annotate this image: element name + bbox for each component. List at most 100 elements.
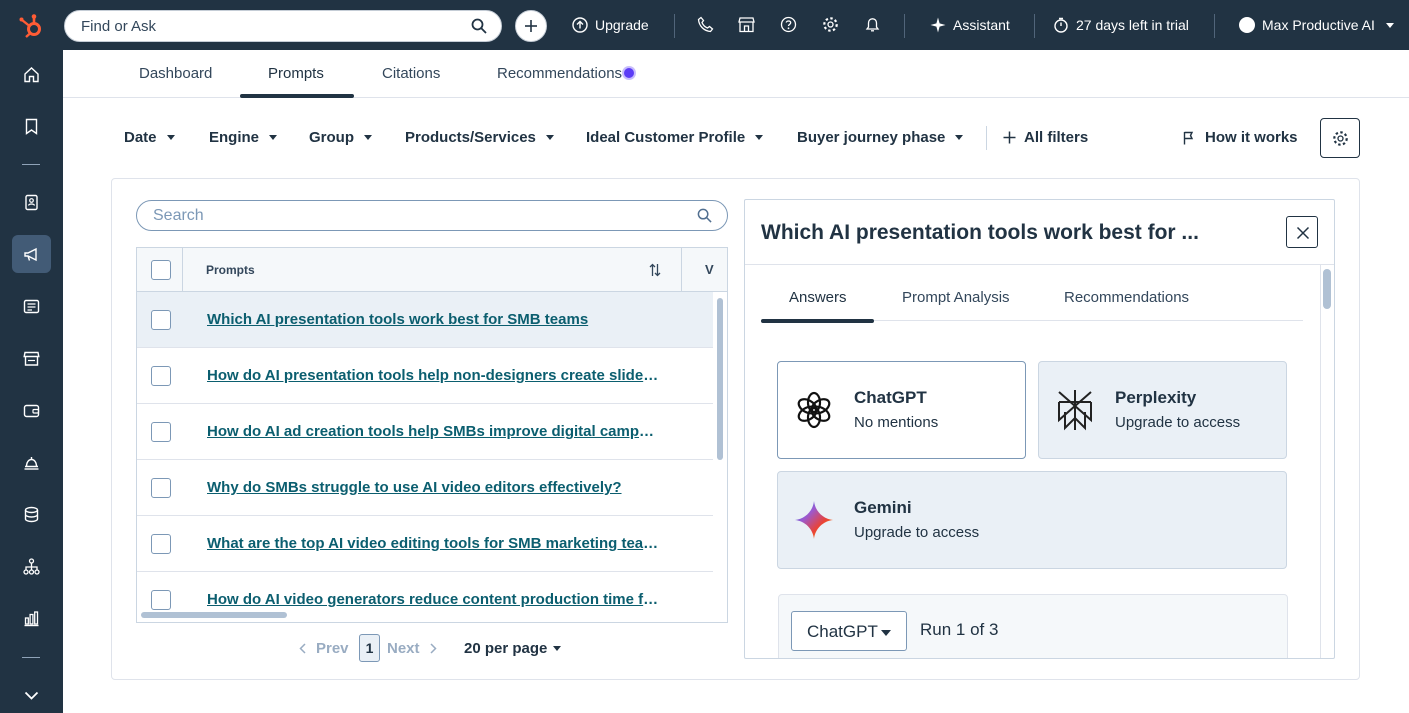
tab-prompt-analysis[interactable]: Prompt Analysis [902,289,1010,306]
account-name: Max Productive AI [1262,17,1375,33]
prompt-detail-panel: Which AI presentation tools work best fo… [744,199,1335,659]
account-menu-button[interactable]: Max Productive AI [1239,0,1394,50]
filter-group-dropdown[interactable]: Group [309,129,372,146]
help-icon[interactable] [780,16,797,33]
row-checkbox[interactable] [151,590,171,610]
engine-run-dropdown[interactable]: ChatGPT [791,611,907,651]
storefront-icon [23,351,40,366]
run-selector-section: ChatGPT Run 1 of 3 [778,594,1288,658]
column-header-next[interactable]: V [705,262,714,277]
create-new-button[interactable] [515,10,547,42]
engine-status: No mentions [854,414,939,431]
run-counter: Run 1 of 3 [920,620,999,639]
row-checkbox[interactable] [151,366,171,386]
engine-status: Upgrade to access [1115,414,1241,431]
settings-button[interactable] [1320,118,1360,158]
assistant-label: Assistant [953,17,1010,33]
tab-detail-recommendations[interactable]: Recommendations [1064,289,1189,306]
notifications-bell-icon[interactable] [864,16,881,33]
all-filters-button[interactable]: All filters [1003,129,1088,146]
filter-group-label: Group [309,129,354,146]
trial-status-button[interactable]: 27 days left in trial [1053,0,1189,50]
marketplace-icon[interactable] [738,16,755,33]
chatgpt-logo-icon [794,390,834,430]
contacts-book-icon [25,194,38,211]
sidebar-item-automation[interactable] [12,547,51,585]
filter-buyer-phase-dropdown[interactable]: Buyer journey phase [797,129,964,146]
sort-icon[interactable] [649,263,661,277]
assistant-button[interactable]: Assistant [930,0,1010,50]
column-header-prompts[interactable]: Prompts [206,263,255,277]
row-checkbox[interactable] [151,422,171,442]
global-search-input[interactable]: Find or Ask [64,10,502,42]
prompt-link[interactable]: How do AI presentation tools help non-de… [207,367,659,384]
sidebar-item-marketing[interactable] [12,235,51,273]
how-it-works-button[interactable]: How it works [1183,129,1298,146]
prompt-link[interactable]: How do AI ad creation tools help SMBs im… [207,423,659,440]
engine-card-gemini[interactable]: Gemini Upgrade to access [777,471,1287,569]
table-row[interactable]: How do AI presentation tools help non-de… [137,348,713,404]
active-tab-indicator [761,319,874,323]
upgrade-arrow-icon [572,17,588,33]
sidebar-item-bookmarks[interactable] [12,107,51,145]
current-page-button[interactable]: 1 [359,634,380,662]
tab-prompts[interactable]: Prompts [268,65,324,82]
detail-title: Which AI presentation tools work best fo… [761,221,1199,244]
settings-gear-icon[interactable] [822,16,839,33]
table-row[interactable]: Why do SMBs struggle to use AI video edi… [137,460,713,516]
prompt-link[interactable]: Why do SMBs struggle to use AI video edi… [207,479,659,496]
engine-card-perplexity[interactable]: Perplexity Upgrade to access [1038,361,1287,459]
horizontal-scrollbar[interactable] [141,612,287,618]
all-filters-label: All filters [1024,129,1089,146]
divider [1034,14,1035,38]
row-checkbox[interactable] [151,310,171,330]
sidebar-item-contacts[interactable] [12,183,51,221]
next-page-button[interactable]: Next [387,640,437,657]
global-search-placeholder: Find or Ask [81,18,157,35]
select-all-checkbox[interactable] [151,260,171,280]
tab-recommendations[interactable]: Recommendations [497,65,635,82]
prompt-link[interactable]: How do AI video generators reduce conten… [207,591,659,608]
filter-products-dropdown[interactable]: Products/Services [405,129,554,146]
prev-label: Prev [316,640,349,657]
sidebar-item-home[interactable] [12,55,51,93]
caret-down-icon [755,135,764,140]
tab-dashboard[interactable]: Dashboard [139,65,212,82]
sidebar-item-reporting[interactable] [12,599,51,637]
sidebar-item-service[interactable] [12,443,51,481]
caret-down-icon [364,135,372,140]
caret-down-icon [545,135,554,140]
sidebar-item-commerce[interactable] [12,339,51,377]
table-row[interactable]: Which AI presentation tools work best fo… [137,292,713,348]
vertical-scrollbar[interactable] [717,298,723,460]
table-row[interactable]: How do AI ad creation tools help SMBs im… [137,404,713,460]
hubspot-logo-icon[interactable] [18,13,44,39]
table-row[interactable]: What are the top AI video editing tools … [137,516,713,572]
tab-answers[interactable]: Answers [789,289,847,306]
filter-engine-dropdown[interactable]: Engine [209,129,278,146]
prompt-link[interactable]: Which AI presentation tools work best fo… [207,311,659,328]
wallet-icon [23,404,40,418]
per-page-dropdown[interactable]: 20 per page [464,640,562,657]
sidebar-expand-button[interactable] [12,676,51,713]
row-checkbox[interactable] [151,534,171,554]
prev-page-button[interactable]: Prev [299,640,349,657]
prompts-search-input[interactable]: Search [136,200,728,231]
top-navigation-bar: Find or Ask Upgrade Assistant 27 days le… [0,0,1409,50]
sidebar-item-payments[interactable] [12,391,51,429]
detail-scrollbar[interactable] [1323,269,1331,309]
close-panel-button[interactable] [1286,216,1318,248]
engine-name: ChatGPT [854,388,927,407]
phone-icon[interactable] [697,16,714,33]
upgrade-label: Upgrade [595,17,649,33]
sidebar-item-content[interactable] [12,287,51,325]
tab-citations[interactable]: Citations [382,65,440,82]
prompt-link[interactable]: What are the top AI video editing tools … [207,535,659,552]
filter-icp-dropdown[interactable]: Ideal Customer Profile [586,129,764,146]
engine-card-chatgpt[interactable]: ChatGPT No mentions [777,361,1026,459]
filter-date-dropdown[interactable]: Date [124,129,175,146]
sidebar-item-data[interactable] [12,495,51,533]
sidebar-divider [22,657,40,658]
upgrade-button[interactable]: Upgrade [572,0,649,50]
row-checkbox[interactable] [151,478,171,498]
